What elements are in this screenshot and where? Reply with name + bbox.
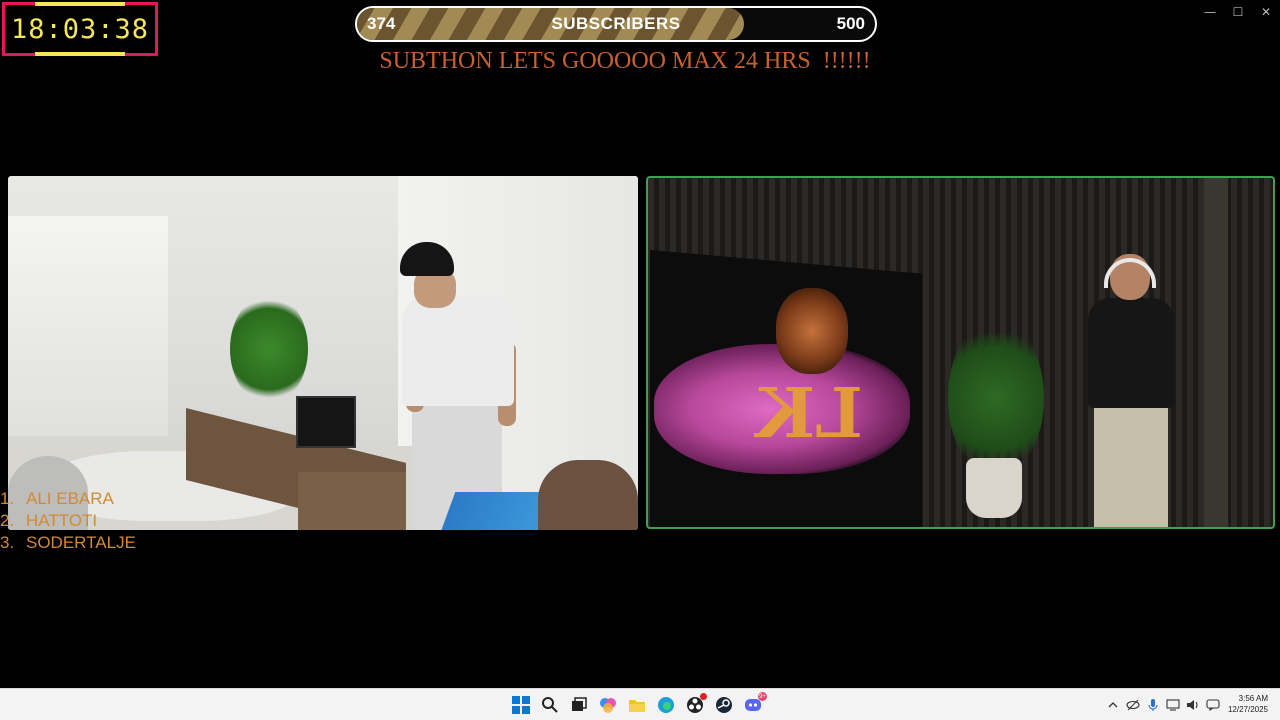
edge-icon[interactable]: [656, 695, 676, 715]
cabinet-end: [298, 472, 406, 530]
wall-panel: [1204, 178, 1228, 527]
copilot-icon[interactable]: [598, 695, 618, 715]
chat-icon[interactable]: [1206, 698, 1220, 712]
masked-face-graphic: [776, 288, 848, 374]
stream-logo: LK: [756, 374, 863, 454]
timer-text: 18:03:38: [10, 13, 150, 45]
leaderboard-rank: 3.: [0, 533, 15, 552]
headphones: [1104, 258, 1156, 288]
subscriber-goal-target: 500: [836, 14, 865, 33]
leaderboard-name: ALI EBARA: [26, 489, 114, 508]
potted-plant: [230, 294, 308, 404]
top-gifters-list: 1. ALI EBARA 2. HATTOTI 3. SODERTALJE: [0, 488, 136, 554]
leaderboard-item: 3. SODERTALJE: [0, 532, 136, 554]
streamer-left: [400, 242, 518, 530]
camera-feed-right: LK: [646, 176, 1275, 529]
hidden-eye-icon[interactable]: [1126, 698, 1140, 712]
person-torso: [1088, 298, 1174, 408]
windows-taskbar: 9+ 3:56 AM 12/27/2025: [0, 688, 1280, 720]
notification-badge: 9+: [758, 692, 767, 701]
plant-pot: [966, 458, 1022, 518]
potted-plant: [948, 318, 1044, 478]
minimize-button[interactable]: —: [1196, 0, 1224, 24]
folder-icon[interactable]: [627, 695, 647, 715]
clock-date: 12/27/2025: [1227, 705, 1268, 714]
speaker-icon[interactable]: [1186, 698, 1200, 712]
discord-icon[interactable]: 9+: [743, 692, 767, 715]
chevron-up-icon[interactable]: [1106, 698, 1120, 712]
search-icon[interactable]: [540, 695, 560, 715]
leaderboard-item: 2. HATTOTI: [0, 510, 136, 532]
subscriber-goal-bar: 374 SUBSCRIBERS 500: [355, 6, 877, 42]
close-button[interactable]: ✕: [1252, 0, 1280, 24]
task-view-icon[interactable]: [569, 695, 589, 715]
steam-icon[interactable]: [714, 695, 734, 715]
person-shirt: [402, 296, 514, 406]
monitor: [296, 396, 356, 448]
leaderboard-item: 1. ALI EBARA: [0, 488, 136, 510]
system-tray: [1106, 689, 1220, 720]
leaderboard-name: SODERTALJE: [26, 533, 136, 552]
recording-indicator: [700, 693, 707, 700]
microphone-icon[interactable]: [1146, 698, 1160, 712]
windows-logo-icon[interactable]: [511, 695, 531, 715]
stream-banner-text: SUBTHON LETS GOOOOO MAX 24 HRS !!!!!!: [379, 48, 871, 74]
obs-icon[interactable]: [685, 693, 707, 715]
leaderboard-name: HATTOTI: [26, 511, 98, 530]
clock-time: 3:56 AM: [1238, 694, 1268, 703]
leaderboard-rank: 2.: [0, 511, 15, 530]
network-icon[interactable]: [1166, 698, 1180, 712]
subscriber-goal-label: SUBSCRIBERS: [551, 14, 681, 33]
streamer-right: [1078, 254, 1188, 527]
maximize-button[interactable]: ☐: [1224, 0, 1252, 24]
hallway: [8, 216, 168, 436]
chair: [538, 460, 638, 530]
camera-feed-left: [8, 176, 638, 530]
taskbar-clock[interactable]: 3:56 AM 12/27/2025: [1228, 693, 1268, 715]
person-pants: [1094, 404, 1168, 527]
taskbar-apps: 9+: [511, 689, 767, 720]
leaderboard-rank: 1.: [0, 489, 15, 508]
window-controls: — ☐ ✕: [1196, 0, 1280, 24]
bucket-hat: [400, 242, 454, 276]
